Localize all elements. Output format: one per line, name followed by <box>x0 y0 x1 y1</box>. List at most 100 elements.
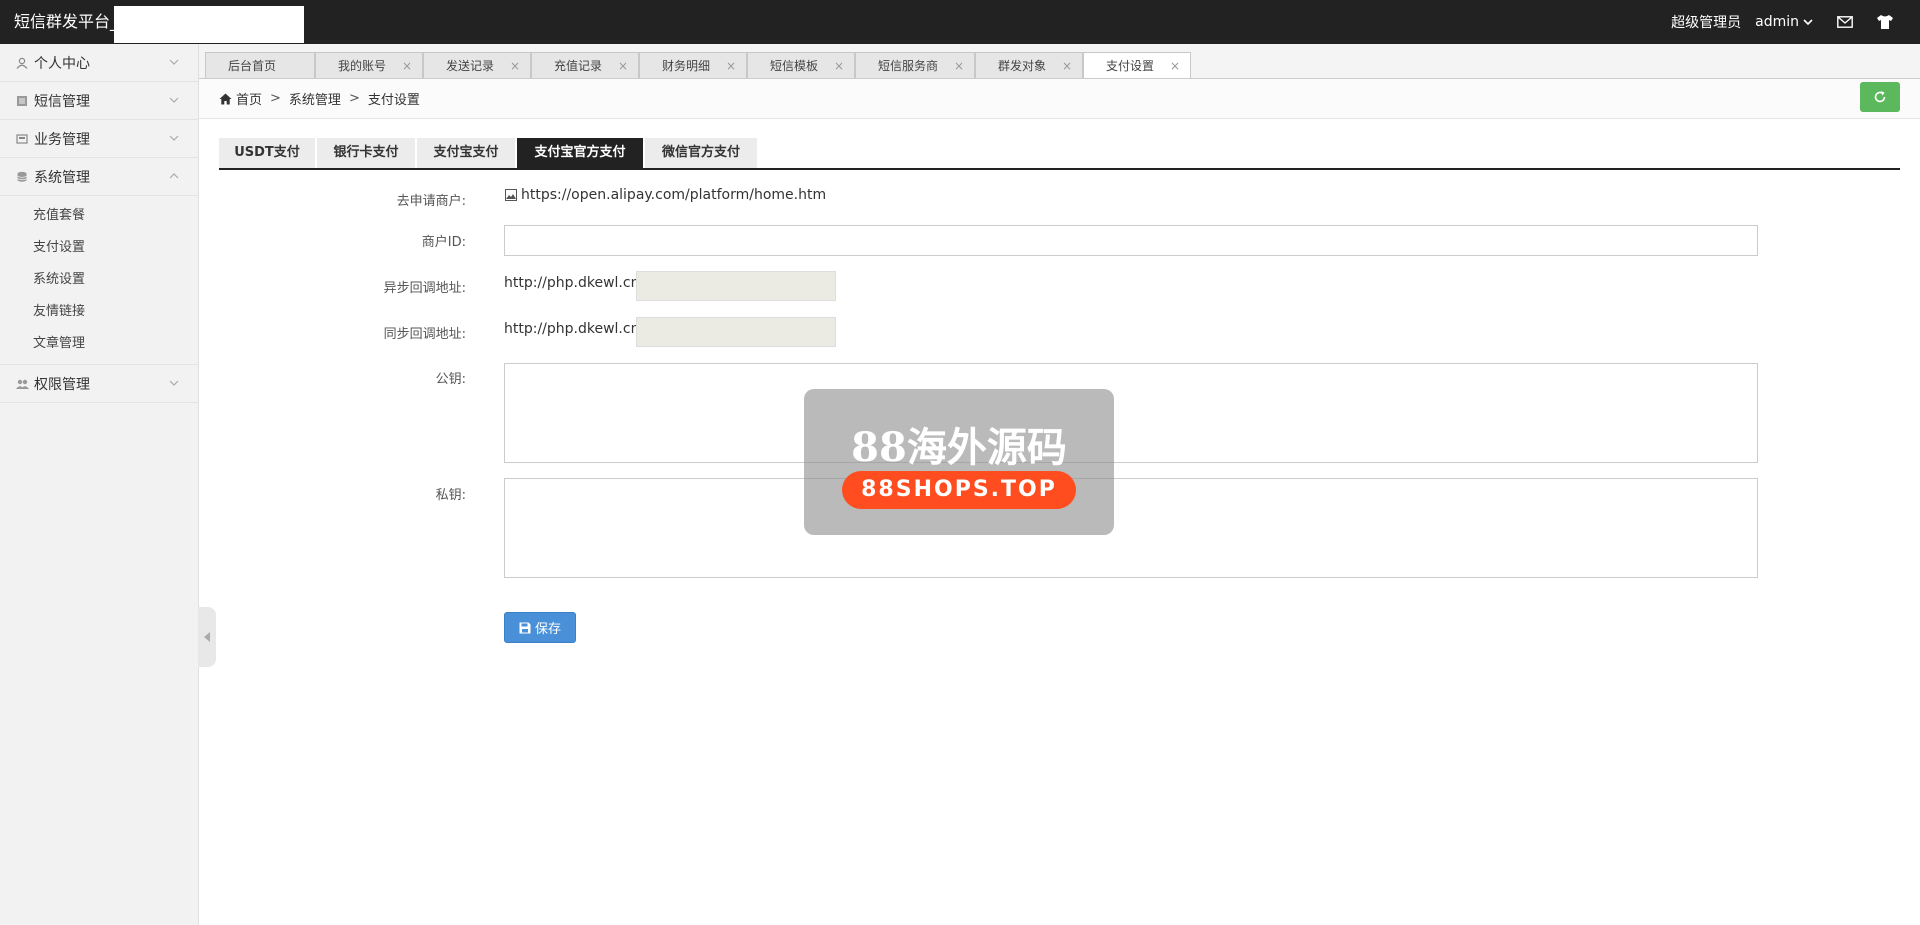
database-icon <box>15 170 29 184</box>
sidebar-group-sms[interactable]: 短信管理 <box>0 82 198 120</box>
tab-label: 短信服务商 <box>878 59 939 73</box>
close-icon[interactable]: × <box>510 53 520 79</box>
async-callback-label: 异步回调地址: <box>383 281 466 296</box>
tab-label: 我的账号 <box>338 59 387 73</box>
tab-alipay-official[interactable]: 支付宝官方支付 <box>517 138 643 168</box>
tab-group-targets[interactable]: 群发对象 × <box>975 52 1083 78</box>
chevron-down-icon <box>169 59 179 65</box>
tab-sms-templates[interactable]: 短信模板 × <box>747 52 855 78</box>
sidebar-group-permissions[interactable]: 权限管理 <box>0 365 198 403</box>
chevron-up-icon <box>169 173 179 179</box>
sidebar: 个人中心 短信管理 业务管理 系统管理 充值套餐 支付设置 系统设置 友情链接 … <box>0 44 199 925</box>
tab-wechat-official[interactable]: 微信官方支付 <box>645 138 757 168</box>
users-icon <box>15 377 29 391</box>
tab-dashboard[interactable]: 后台首页 <box>205 52 315 78</box>
breadcrumb-level1[interactable]: 系统管理 <box>289 89 341 108</box>
shirt-icon[interactable] <box>1876 13 1894 31</box>
sidebar-item-payment-settings[interactable]: 支付设置 <box>0 232 198 264</box>
merchant-id-input[interactable] <box>504 225 1758 256</box>
broken-image-icon <box>505 189 517 201</box>
save-button-label: 保存 <box>534 622 561 637</box>
close-icon[interactable]: × <box>1170 53 1180 79</box>
close-icon[interactable]: × <box>1062 53 1072 79</box>
chevron-down-icon <box>169 380 179 386</box>
tab-sms-providers[interactable]: 短信服务商 × <box>855 52 975 78</box>
page-tabs-bar: 后台首页 我的账号 × 发送记录 × 充值记录 × 财务明细 × 短信模板 × … <box>199 44 1920 79</box>
caret-left-icon <box>204 632 210 642</box>
close-icon[interactable]: × <box>954 53 964 79</box>
home-icon <box>219 93 232 104</box>
tab-usdt-pay[interactable]: USDT支付 <box>219 138 315 168</box>
sidebar-group-label: 系统管理 <box>34 169 90 186</box>
sidebar-collapse-handle[interactable] <box>198 607 216 667</box>
tab-bank-card-pay[interactable]: 银行卡支付 <box>317 138 415 168</box>
sidebar-group-label: 权限管理 <box>34 376 90 393</box>
sidebar-group-personal[interactable]: 个人中心 <box>0 44 198 82</box>
merchant-id-label: 商户ID: <box>421 235 466 250</box>
business-icon <box>15 132 29 146</box>
payment-method-tabs: USDT支付 银行卡支付 支付宝支付 支付宝官方支付 微信官方支付 <box>219 138 1900 170</box>
async-callback-field <box>636 271 836 301</box>
sidebar-item-system-settings[interactable]: 系统设置 <box>0 264 198 296</box>
sync-callback-prefix: http://php.dkewl.cn <box>504 321 640 337</box>
tab-recharge-records[interactable]: 充值记录 × <box>531 52 639 78</box>
tab-label: 短信模板 <box>770 59 819 73</box>
sms-icon <box>15 94 29 108</box>
sidebar-submenu-system: 充值套餐 支付设置 系统设置 友情链接 文章管理 <box>0 196 198 365</box>
refresh-button[interactable] <box>1860 82 1900 112</box>
save-button[interactable]: 保存 <box>504 612 576 643</box>
sync-callback-field <box>636 317 836 347</box>
sidebar-item-article-management[interactable]: 文章管理 <box>0 328 198 360</box>
tab-label: 后台首页 <box>228 59 277 73</box>
tab-label: 充值记录 <box>554 59 603 73</box>
watermark-line1: 88海外源码 <box>851 424 1067 471</box>
apply-merchant-label: 去申请商户: <box>396 194 466 209</box>
sidebar-item-friend-links[interactable]: 友情链接 <box>0 296 198 328</box>
public-key-textarea[interactable] <box>504 363 1758 463</box>
tab-label: 财务明细 <box>662 59 711 73</box>
sidebar-item-recharge-package[interactable]: 充值套餐 <box>0 200 198 232</box>
watermark-overlay: 88海外源码 88SHOPS.TOP <box>804 389 1114 535</box>
breadcrumb-path: 首页 > 系统管理 > 支付设置 <box>219 79 420 118</box>
brand-blank-area <box>114 6 304 43</box>
chevron-down-icon <box>1803 19 1813 26</box>
private-key-label: 私钥: <box>435 488 466 503</box>
tab-label: 群发对象 <box>998 59 1047 73</box>
close-icon[interactable]: × <box>402 53 412 79</box>
refresh-icon <box>1874 91 1886 103</box>
user-menu[interactable]: admin <box>1755 14 1814 30</box>
sidebar-group-label: 个人中心 <box>34 55 90 72</box>
tab-label: 发送记录 <box>446 59 495 73</box>
apply-merchant-link-wrap: https://open.alipay.com/platform/home.ht… <box>505 187 826 203</box>
top-right-area: 超级管理员 admin <box>1657 0 1894 44</box>
async-callback-prefix: http://php.dkewl.cn <box>504 275 640 291</box>
breadcrumb-separator: > <box>348 91 360 106</box>
close-icon[interactable]: × <box>726 53 736 79</box>
private-key-textarea[interactable] <box>504 478 1758 578</box>
chevron-down-icon <box>169 135 179 141</box>
tab-my-account[interactable]: 我的账号 × <box>315 52 423 78</box>
breadcrumb-home[interactable]: 首页 <box>236 89 262 108</box>
sidebar-group-business[interactable]: 业务管理 <box>0 120 198 158</box>
close-icon[interactable]: × <box>834 53 844 79</box>
apply-merchant-link[interactable]: https://open.alipay.com/platform/home.ht… <box>521 187 826 203</box>
sidebar-group-system[interactable]: 系统管理 <box>0 158 198 196</box>
save-icon <box>519 622 531 633</box>
watermark-line2: 88SHOPS.TOP <box>842 471 1076 509</box>
top-bar: 短信群发平台_ 超级管理员 admin <box>0 0 1920 44</box>
sync-callback-label: 同步回调地址: <box>383 327 466 342</box>
tab-send-records[interactable]: 发送记录 × <box>423 52 531 78</box>
tab-label: 支付设置 <box>1106 59 1155 73</box>
close-icon[interactable]: × <box>618 53 628 79</box>
tab-finance-details[interactable]: 财务明细 × <box>639 52 747 78</box>
sidebar-group-label: 业务管理 <box>34 131 90 148</box>
role-label: 超级管理员 <box>1671 15 1742 31</box>
breadcrumb: 首页 > 系统管理 > 支付设置 <box>199 79 1920 119</box>
brand-title: 短信群发平台_ <box>14 12 119 31</box>
chevron-down-icon <box>169 97 179 103</box>
tab-alipay[interactable]: 支付宝支付 <box>417 138 515 168</box>
public-key-label: 公钥: <box>435 372 466 387</box>
mail-icon[interactable] <box>1836 13 1854 31</box>
tab-payment-settings[interactable]: 支付设置 × <box>1083 52 1191 78</box>
user-icon <box>15 56 29 70</box>
